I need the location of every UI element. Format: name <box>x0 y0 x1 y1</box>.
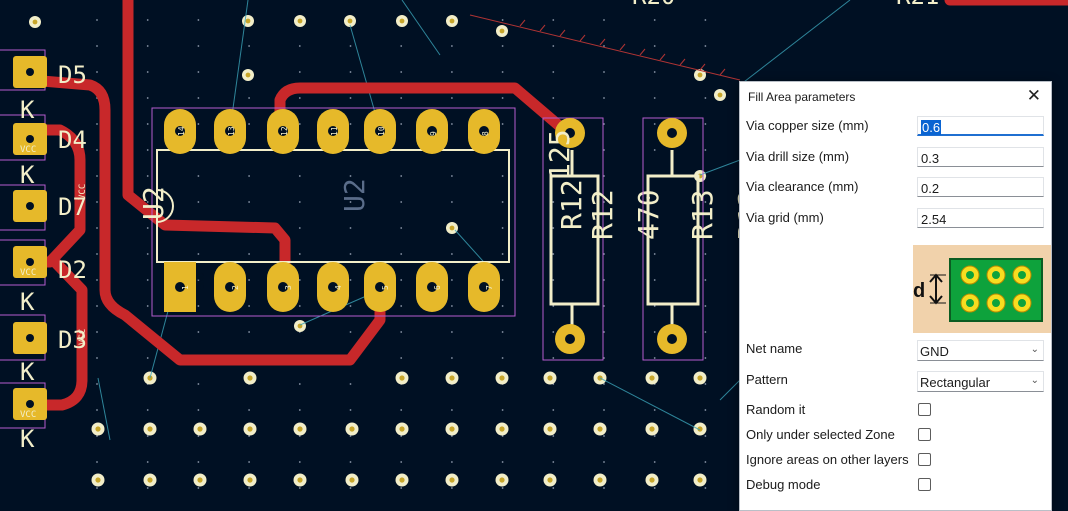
r13-fab-label: R13 <box>686 189 719 240</box>
u2-pin1-net: GND <box>196 272 207 290</box>
u2-pin-number-top: 11 <box>330 126 339 136</box>
ignore-layers-label: Ignore areas on other layers <box>746 452 909 467</box>
pad-net-vcc-1: VCC <box>20 145 36 155</box>
u2-pin-number-bottom: 1 <box>181 285 190 290</box>
u2-pin-number-bottom: 4 <box>334 285 343 290</box>
close-icon[interactable]: ✕ <box>1027 86 1041 106</box>
u2-pin-number-bottom: 3 <box>284 285 293 290</box>
only-zone-label: Only under selected Zone <box>746 427 895 442</box>
led-label-d4: D4 <box>58 126 87 154</box>
u2-fab-label: U2 <box>338 178 371 212</box>
led-cathode-5: K <box>20 425 35 453</box>
u2-pin-number-top: 9 <box>429 131 438 136</box>
via-drill-input[interactable]: 0.3 <box>917 147 1044 167</box>
r12-silk-value: 125 <box>543 129 576 180</box>
via-copper-label: Via copper size (mm) <box>746 118 869 133</box>
only-zone-checkbox[interactable] <box>918 428 931 441</box>
u2-pin-number-top: 13 <box>227 126 236 136</box>
chevron-down-icon: ⌄ <box>1030 375 1039 386</box>
net-name-select[interactable]: GND ⌄ <box>917 340 1044 361</box>
u2-pin-number-top: 12 <box>280 126 289 136</box>
via-clearance-input[interactable]: 0.2 <box>917 177 1044 197</box>
illustration-d-label: d <box>913 280 925 302</box>
pad-net-vcc-3: VCC <box>20 410 36 420</box>
via-grid-input[interactable]: 2.54 <box>917 208 1044 228</box>
pattern-select[interactable]: Rectangular ⌄ <box>917 371 1044 392</box>
led-cathode-2: K <box>20 161 35 189</box>
r20-label: R20 <box>632 0 675 10</box>
u2-pin-number-bottom: 5 <box>381 285 390 290</box>
r12-fab-label: R12 <box>586 189 619 240</box>
random-checkbox[interactable] <box>918 403 931 416</box>
debug-mode-checkbox[interactable] <box>918 478 931 491</box>
u2-pin-number-bottom: 6 <box>433 285 442 290</box>
fill-area-dialog: Fill Area parameters ✕ Via copper size (… <box>739 81 1052 511</box>
via-grid-label: Via grid (mm) <box>746 210 824 225</box>
u2-pin-number-top: 8 <box>481 131 490 136</box>
led-cathode-4: K <box>20 358 35 386</box>
via-copper-input[interactable]: 0.6 <box>917 116 1044 136</box>
led-cathode-3: K <box>20 288 35 316</box>
dialog-title: Fill Area parameters <box>748 90 856 104</box>
via-clearance-label: Via clearance (mm) <box>746 179 859 194</box>
net-name-label: Net name <box>746 341 803 356</box>
u2-silk-label: U2 <box>137 186 170 220</box>
u2-pin-number-bottom: 2 <box>231 285 240 290</box>
debug-mode-label: Debug mode <box>746 477 821 492</box>
led-cathode-1: K <box>20 96 35 124</box>
chevron-down-icon: ⌄ <box>1030 344 1039 355</box>
random-label: Random it <box>746 402 806 417</box>
r21-label: R21 <box>896 0 939 10</box>
track-net-vcc-1: VCC <box>78 184 88 200</box>
u2-pin-number-top: 14 <box>177 126 186 136</box>
track-net-vcc-2: VCC <box>78 329 88 345</box>
pattern-label: Pattern <box>746 372 788 387</box>
via-drill-label: Via drill size (mm) <box>746 149 850 164</box>
r12-silk-ref: R12 <box>555 179 588 230</box>
u2-pin-number-top: 10 <box>377 126 386 136</box>
u2-pin-number-bottom: 7 <box>485 285 494 290</box>
via-grid-illustration: d <box>913 245 1051 333</box>
led-label-d2: D2 <box>58 256 87 284</box>
led-label-d5: D5 <box>58 61 87 89</box>
ignore-layers-checkbox[interactable] <box>918 453 931 466</box>
pad-net-vcc-2: VCC <box>20 268 36 278</box>
